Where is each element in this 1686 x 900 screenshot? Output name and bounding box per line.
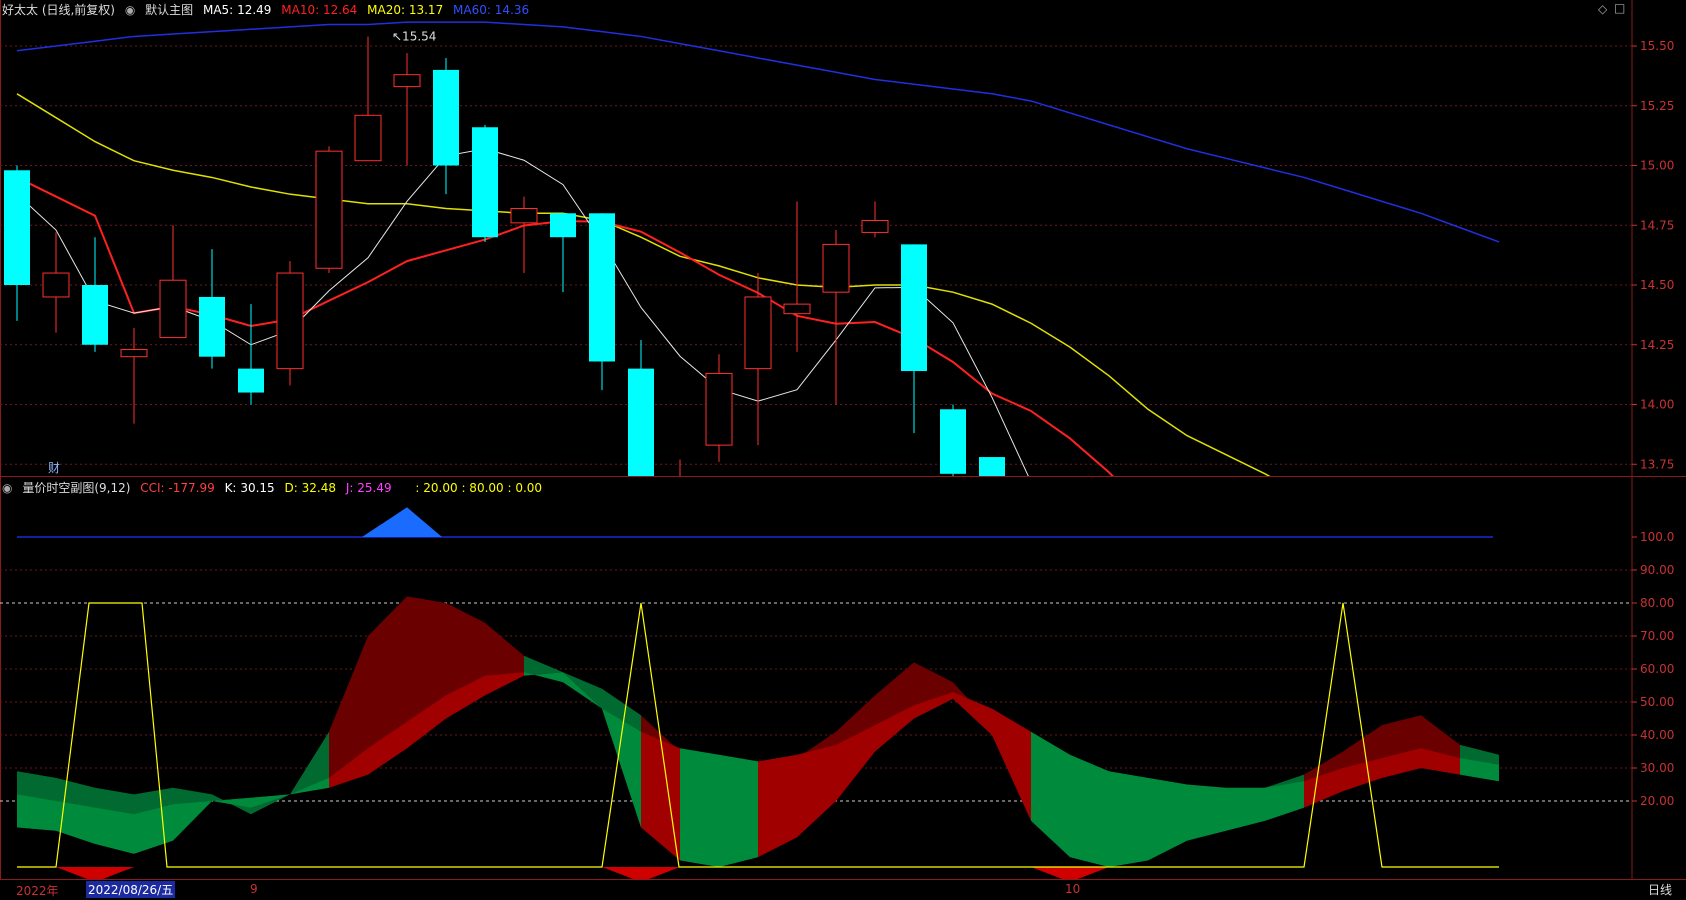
candle-body bbox=[744, 296, 772, 370]
candle-body bbox=[628, 368, 654, 476]
year-label: 2022年 bbox=[16, 884, 59, 898]
indicator-band-inner bbox=[992, 708, 1031, 821]
indicator-band-inner bbox=[1187, 784, 1226, 841]
ma60-line bbox=[16, 21, 1500, 243]
candle-body bbox=[979, 457, 1005, 476]
period-label[interactable]: 日线 bbox=[1648, 881, 1672, 898]
indicator-band-inner bbox=[953, 692, 992, 735]
candle-body bbox=[433, 69, 459, 166]
sub-tick-label: 70.00 bbox=[1640, 629, 1674, 643]
indicator-band-inner bbox=[1109, 771, 1148, 867]
indicator-band-inner bbox=[95, 807, 134, 854]
negative-dip bbox=[56, 867, 134, 879]
candle-body bbox=[42, 272, 70, 298]
high-price-label: ↖15.54 bbox=[392, 29, 436, 43]
candle-body bbox=[199, 296, 225, 357]
y-tick-label: 14.00 bbox=[1640, 398, 1674, 412]
candle-body bbox=[4, 170, 30, 285]
y-tick-label: 14.75 bbox=[1640, 218, 1674, 232]
indicator-band-inner bbox=[1070, 754, 1109, 867]
candle-body bbox=[705, 372, 733, 446]
indicator-band-inner bbox=[719, 754, 758, 867]
negative-dip bbox=[1031, 867, 1109, 879]
y-tick-label: 15.50 bbox=[1640, 39, 1674, 53]
candle-body bbox=[82, 285, 108, 345]
y-tick-label: 15.00 bbox=[1640, 159, 1674, 173]
indicator-band-outer bbox=[524, 655, 563, 676]
candle-body bbox=[822, 243, 850, 293]
y-tick-label: 14.50 bbox=[1640, 278, 1674, 292]
sub-tick-label: 30.00 bbox=[1640, 761, 1674, 775]
peak-above-100 bbox=[362, 507, 442, 537]
sub-tick-label: 80.00 bbox=[1640, 596, 1674, 610]
main-price-chart[interactable]: 15.50 15.25 15.00 14.75 14.50 14.25 14.00 13.75… bbox=[0, 0, 1686, 476]
sub-tick-label: 20.00 bbox=[1640, 794, 1674, 808]
candle-body bbox=[940, 409, 966, 474]
sub-indicator-chart[interactable]: 100.0 90.00 80.00 70.00 60.00 50.00 40.00 30.00… bbox=[0, 477, 1686, 879]
sub-tick-label: 90.00 bbox=[1640, 563, 1674, 577]
cursor-date-label: 2022/08/26/五 bbox=[86, 881, 176, 898]
y-tick-label: 14.25 bbox=[1640, 338, 1674, 352]
indicator-band-inner bbox=[797, 744, 836, 838]
indicator-band-inner bbox=[641, 731, 680, 861]
candle-body bbox=[238, 368, 264, 393]
candle-body bbox=[393, 74, 421, 88]
candle-body bbox=[901, 244, 927, 372]
candle-body bbox=[510, 208, 538, 224]
y-tick-label: 15.25 bbox=[1640, 99, 1674, 113]
finance-marker: 财 bbox=[48, 461, 60, 475]
candle-body bbox=[159, 279, 187, 339]
indicator-band-inner bbox=[173, 801, 212, 841]
sub-tick-label: 100.0 bbox=[1640, 530, 1674, 544]
candle-body bbox=[589, 213, 615, 362]
month-9-label: 9 bbox=[250, 882, 258, 896]
indicator-band-inner bbox=[680, 748, 719, 867]
candle-body bbox=[276, 272, 304, 370]
candle-body bbox=[472, 127, 498, 238]
candle-body bbox=[120, 349, 148, 358]
indicator-band-inner bbox=[1031, 731, 1070, 858]
candle-body bbox=[550, 213, 576, 238]
indicator-band-inner bbox=[1226, 787, 1265, 831]
candle-body bbox=[315, 150, 343, 269]
candle-body bbox=[783, 303, 811, 315]
sub-tick-label: 60.00 bbox=[1640, 662, 1674, 676]
sub-tick-label: 40.00 bbox=[1640, 728, 1674, 742]
month-10-label: 10 bbox=[1065, 882, 1081, 896]
candle-body bbox=[861, 219, 889, 233]
indicator-band-inner bbox=[1148, 777, 1187, 861]
candle-body bbox=[354, 114, 382, 162]
indicator-band-inner bbox=[485, 672, 524, 696]
negative-dip bbox=[602, 867, 680, 879]
y-tick-label: 13.75 bbox=[1640, 457, 1674, 471]
sub-tick-label: 50.00 bbox=[1640, 695, 1674, 709]
indicator-band-inner bbox=[1265, 781, 1304, 821]
indicator-band-inner bbox=[758, 754, 797, 858]
